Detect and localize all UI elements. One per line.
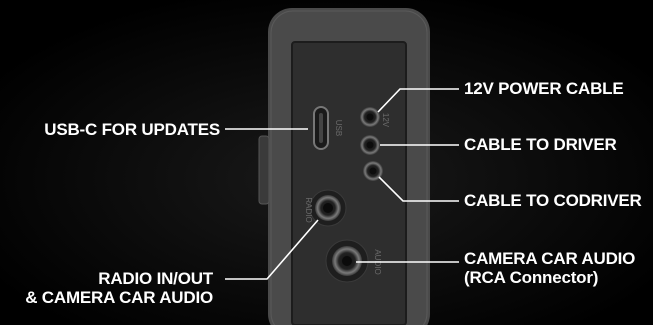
callout-camera-audio-line2: (RCA Connector): [464, 268, 599, 287]
callout-driver: CABLE TO DRIVER: [464, 135, 617, 154]
driver-port: [360, 135, 380, 155]
side-button: [258, 135, 270, 205]
callout-usb-c: USB-C FOR UPDATES: [44, 120, 220, 139]
callout-radio-line2: & CAMERA CAR AUDIO: [25, 288, 213, 307]
usb-c-port: [313, 106, 329, 150]
callout-radio: RADIO IN/OUT & CAMERA CAR AUDIO: [0, 269, 213, 307]
callout-camera-audio-line1: CAMERA CAR AUDIO: [464, 249, 636, 268]
rca-audio-port: [325, 239, 369, 283]
usb-port-label: USB: [334, 120, 343, 136]
device-face: [291, 41, 407, 325]
v12-port-label: 12V: [381, 113, 390, 128]
callout-radio-line1: RADIO IN/OUT: [98, 269, 213, 288]
callout-12v-power: 12V POWER CABLE: [464, 79, 624, 98]
diagram-stage: USB 12V RADIO AUDIO USB-C FOR UPDATES 12…: [0, 0, 653, 325]
callout-codriver: CABLE TO CODRIVER: [464, 191, 642, 210]
radio-port: [309, 189, 347, 227]
power-12v-port: [360, 107, 380, 127]
callout-camera-audio: CAMERA CAR AUDIO (RCA Connector): [464, 249, 635, 287]
radio-port-label: RADIO: [304, 197, 313, 222]
